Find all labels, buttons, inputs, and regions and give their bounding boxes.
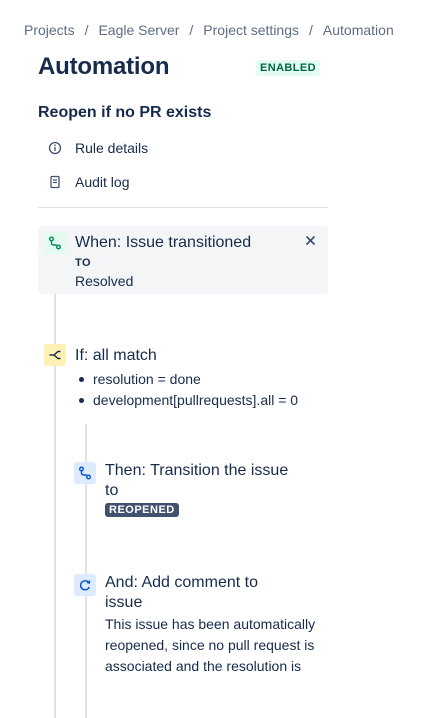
connector-line xyxy=(54,294,56,344)
breadcrumb-projects[interactable]: Projects xyxy=(24,22,75,38)
trigger-to-value: Resolved xyxy=(75,273,134,289)
comment-line: reopened, since no pull request is xyxy=(105,637,315,653)
breadcrumb: Projects / Eagle Server / Project settings / A… xyxy=(24,22,394,38)
audit-log-link[interactable]: Audit log xyxy=(48,174,129,190)
rule-details-label: Rule details xyxy=(75,140,149,156)
connector-line xyxy=(54,366,56,718)
rule-name: Reopen if no PR exists xyxy=(38,104,212,121)
breadcrumb-project-settings[interactable]: Project settings xyxy=(203,22,299,38)
info-icon xyxy=(48,141,62,155)
condition-title[interactable]: If: all match xyxy=(75,347,157,365)
refresh-icon xyxy=(74,574,96,596)
comment-line: This issue has been automatically xyxy=(105,616,316,632)
comment-action-title-cont: issue xyxy=(105,594,143,611)
breadcrumb-eagle-server[interactable]: Eagle Server xyxy=(98,22,179,38)
transition-icon xyxy=(74,462,96,484)
list-item: development[pullrequests].all = 0 xyxy=(77,390,298,411)
breadcrumb-separator: / xyxy=(309,22,313,38)
audit-log-label: Audit log xyxy=(75,174,130,190)
transition-action-title[interactable]: Then: Transition the issue xyxy=(105,462,288,480)
page-title: Automation xyxy=(38,53,170,80)
breadcrumb-separator: / xyxy=(189,22,194,38)
status-badge: ENABLED xyxy=(256,60,320,76)
close-icon[interactable] xyxy=(303,233,319,249)
status-lozenge-reopened: REOPENED xyxy=(105,503,179,517)
comment-line: associated and the resolution is xyxy=(105,658,302,674)
transition-icon xyxy=(44,232,66,254)
divider xyxy=(38,207,328,208)
transition-action-title-cont: to xyxy=(105,482,119,499)
breadcrumb-automation[interactable]: Automation xyxy=(323,22,394,38)
rule-details-link[interactable]: Rule details xyxy=(48,140,148,156)
trigger-title: When: Issue transitioned xyxy=(75,234,252,251)
document-icon xyxy=(48,175,62,189)
comment-body: This issue has been automatically reopen… xyxy=(105,614,335,677)
breadcrumb-separator: / xyxy=(84,22,89,38)
trigger-to-label: TO xyxy=(75,257,92,269)
branch-icon xyxy=(44,344,66,366)
comment-action-title[interactable]: And: Add comment to xyxy=(105,574,258,592)
list-item: resolution = done xyxy=(77,369,298,390)
condition-list: resolution = done development[pullreques… xyxy=(77,369,298,411)
